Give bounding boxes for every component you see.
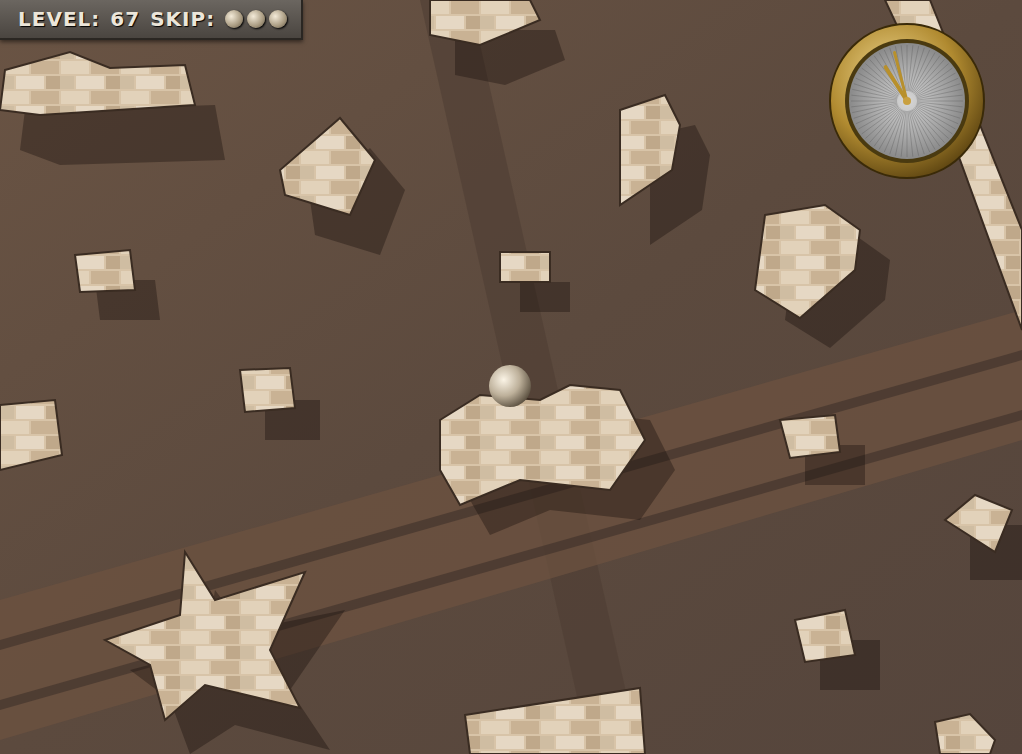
game-board[interactable]: LEVEL: 67 SKIP:	[0, 0, 1022, 754]
skip-ball-icon[interactable]	[247, 10, 265, 28]
clock-icon	[828, 22, 986, 180]
skip-balls	[225, 10, 287, 28]
hud-bar: LEVEL: 67 SKIP:	[0, 0, 303, 40]
skip-ball-icon[interactable]	[269, 10, 287, 28]
clock-hand	[886, 67, 907, 101]
level-display: LEVEL: 67	[18, 7, 140, 31]
level-label: LEVEL:	[18, 7, 100, 31]
skip-display: SKIP:	[150, 7, 287, 31]
level-value: 67	[110, 7, 140, 31]
skip-ball-icon[interactable]	[225, 10, 243, 28]
ball[interactable]	[489, 365, 531, 407]
skip-label: SKIP:	[150, 7, 215, 31]
